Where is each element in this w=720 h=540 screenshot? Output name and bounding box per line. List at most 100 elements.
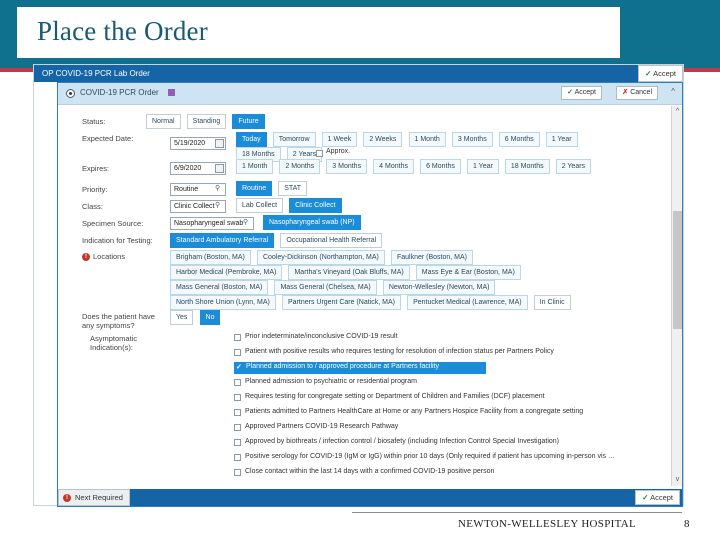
quick-3-months[interactable]: 3 Months: [451, 132, 493, 147]
status-accept-button[interactable]: ✓ Accept: [635, 490, 680, 505]
calendar-icon[interactable]: [215, 139, 224, 148]
approx-checkbox[interactable]: [316, 150, 323, 157]
priority-routine[interactable]: Routine: [236, 181, 273, 196]
checkbox[interactable]: [234, 439, 241, 446]
exp-4-months[interactable]: 4 Months: [373, 159, 414, 174]
scroll-up-icon[interactable]: ^: [672, 106, 683, 118]
status-option-future[interactable]: Future: [232, 114, 265, 129]
exp-2-months[interactable]: 2 Months: [279, 159, 321, 174]
symptoms-no[interactable]: No: [199, 310, 221, 325]
asymptomatic-item-label: Planned admission to psychiatric or resi…: [245, 378, 417, 385]
next-required-button[interactable]: ! Next Required: [58, 489, 130, 506]
order-name: COVID-19 PCR Order: [80, 88, 159, 97]
slide: Place the Order OP COVID-19 PCR Lab Orde…: [0, 0, 720, 540]
quick-today[interactable]: Today: [236, 132, 267, 147]
locations-row-2[interactable]: Harbor Medical (Pembroke, MA) Martha's V…: [170, 265, 525, 280]
order-radio[interactable]: [66, 89, 75, 98]
window-accept-button[interactable]: ✓ Accept: [638, 65, 683, 82]
quick-6-months[interactable]: 6 Months: [498, 132, 540, 147]
priority-options[interactable]: Routine STAT: [236, 181, 311, 196]
specimen-source-input[interactable]: Nasopharyngeal swab: [170, 217, 254, 230]
order-accept-button[interactable]: ✓ Accept: [561, 86, 602, 100]
locations-row-4[interactable]: North Shore Union (Lynn, MA) Partners Ur…: [170, 295, 575, 310]
status-options[interactable]: Normal Standing Future: [146, 114, 269, 129]
symptoms-yes[interactable]: Yes: [170, 310, 194, 325]
location-pentucket-medical[interactable]: Pentucket Medical (Lawrence, MA): [407, 295, 528, 310]
location-north-shore-union[interactable]: North Shore Union (Lynn, MA): [170, 295, 276, 310]
locations-row-3[interactable]: Mass General (Boston, MA) Mass General (…: [170, 280, 499, 295]
approx-label: Approx.: [326, 148, 351, 155]
calendar-icon[interactable]: [215, 164, 224, 173]
location-partners-urgent-care[interactable]: Partners Urgent Care (Natick, MA): [282, 295, 401, 310]
search-icon[interactable]: ⚲: [215, 184, 220, 192]
indication-standard-ambulatory[interactable]: Standard Ambulatory Referral: [170, 233, 275, 248]
exp-1-month[interactable]: 1 Month: [236, 159, 274, 174]
form-scrollbar[interactable]: ^ v: [671, 106, 682, 486]
scroll-down-icon[interactable]: v: [672, 474, 683, 486]
expected-date-quick-row1[interactable]: Today Tomorrow 1 Week 2 Weeks 1 Month 3 …: [236, 132, 582, 147]
search-icon[interactable]: ⚲: [215, 201, 220, 209]
quick-1-year[interactable]: 1 Year: [545, 132, 578, 147]
priority-label: Priority:: [82, 185, 108, 194]
location-mass-general-chelsea[interactable]: Mass General (Chelsea, MA): [274, 280, 377, 295]
location-mass-eye-and-ear[interactable]: Mass Eye & Ear (Boston, MA): [415, 265, 521, 280]
location-cooley-dickinson[interactable]: Cooley-Dickinson (Northampton, MA): [256, 250, 385, 265]
symptoms-options[interactable]: Yes No: [170, 310, 224, 325]
class-options[interactable]: Lab Collect Clinic Collect: [236, 198, 346, 213]
checkbox[interactable]: [234, 334, 241, 341]
error-required-icon: !: [82, 253, 90, 261]
order-cancel-button[interactable]: ✗ Cancel: [616, 86, 658, 100]
asymptomatic-item-label: Patients admitted to Partners HealthCare…: [245, 408, 584, 415]
asymptomatic-label: Asymptomatic Indication(s):: [90, 334, 138, 352]
check-icon: ✓: [642, 493, 649, 502]
check-icon: ✓: [567, 89, 574, 96]
search-icon[interactable]: ⚲: [243, 218, 248, 226]
class-lab-collect[interactable]: Lab Collect: [236, 198, 284, 213]
specimen-np-swab[interactable]: Nasopharyngeal swab (NP): [263, 215, 361, 230]
window-titlebar: OP COVID-19 PCR Lab Order: [34, 65, 683, 82]
indication-options[interactable]: Standard Ambulatory Referral Occupationa…: [170, 233, 386, 248]
order-header: COVID-19 PCR Order ✓ Accept ✗ Cancel ^: [58, 83, 682, 105]
status-option-normal[interactable]: Normal: [146, 114, 181, 129]
checkbox[interactable]: [234, 469, 241, 476]
exp-1-year[interactable]: 1 Year: [466, 159, 499, 174]
scrollbar-thumb[interactable]: [673, 211, 682, 329]
location-marthas-vineyard[interactable]: Martha's Vineyard (Oak Bluffs, MA): [288, 265, 410, 280]
quick-1-month[interactable]: 1 Month: [408, 132, 446, 147]
location-harbor-medical[interactable]: Harbor Medical (Pembroke, MA): [170, 265, 283, 280]
exp-18-months[interactable]: 18 Months: [504, 159, 550, 174]
expires-quick-row[interactable]: 1 Month 2 Months 3 Months 4 Months 6 Mon…: [236, 159, 595, 174]
checkbox[interactable]: [234, 454, 241, 461]
asymptomatic-item-label: Patient with positive results who requir…: [245, 348, 554, 355]
location-mass-general-boston[interactable]: Mass General (Boston, MA): [170, 280, 269, 295]
locations-row-1[interactable]: Brigham (Boston, MA) Cooley-Dickinson (N…: [170, 250, 477, 265]
next-required-label: Next Required: [75, 493, 123, 502]
exp-2-years[interactable]: 2 Years: [555, 159, 592, 174]
quick-tomorrow[interactable]: Tomorrow: [272, 132, 316, 147]
slide-title-box: Place the Order: [17, 7, 620, 58]
asymptomatic-item-label: Planned admission to / approved procedur…: [246, 363, 439, 370]
class-clinic-collect[interactable]: Clinic Collect: [289, 198, 342, 213]
exp-6-months[interactable]: 6 Months: [420, 159, 461, 174]
checkbox[interactable]: [234, 394, 241, 401]
asymptomatic-item-selected[interactable]: ✓ Planned admission to / approved proced…: [234, 362, 486, 374]
exp-3-months[interactable]: 3 Months: [326, 159, 368, 174]
chevron-up-icon[interactable]: ^: [671, 87, 675, 96]
checkbox[interactable]: [234, 379, 241, 386]
location-in-clinic[interactable]: In Clinic: [533, 295, 571, 310]
quick-2-weeks[interactable]: 2 Weeks: [363, 132, 403, 147]
checkbox[interactable]: [234, 349, 241, 356]
specimen-source-options[interactable]: Nasopharyngeal swab (NP): [263, 215, 365, 230]
location-brigham[interactable]: Brigham (Boston, MA): [170, 250, 251, 265]
checkbox[interactable]: [234, 424, 241, 431]
location-faulkner[interactable]: Faulkner (Boston, MA): [390, 250, 474, 265]
location-newton-wellesley[interactable]: Newton-Wellesley (Newton, MA): [382, 280, 496, 295]
status-option-standing[interactable]: Standing: [186, 114, 227, 129]
close-icon: ✗: [622, 89, 629, 96]
app-screenshot: OP COVID-19 PCR Lab Order ✓ Accept COVID…: [33, 64, 684, 507]
window-accept-label: Accept: [653, 69, 676, 78]
priority-stat[interactable]: STAT: [278, 181, 308, 196]
checkbox[interactable]: [234, 409, 241, 416]
indication-occupational-health[interactable]: Occupational Health Referral: [280, 233, 383, 248]
quick-1-week[interactable]: 1 Week: [321, 132, 358, 147]
